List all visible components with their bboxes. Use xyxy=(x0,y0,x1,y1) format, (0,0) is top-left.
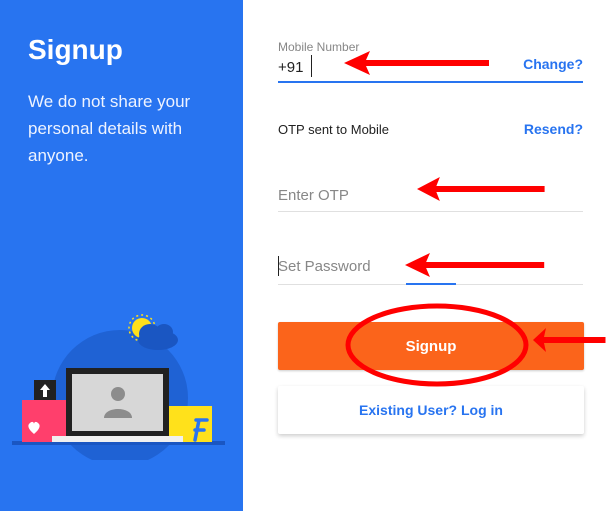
signup-form: Mobile Number Change? OTP sent to Mobile… xyxy=(243,0,607,511)
otp-field xyxy=(278,182,583,214)
existing-user-login-button[interactable]: Existing User? Log in xyxy=(278,386,584,434)
mobile-number-input[interactable] xyxy=(278,56,398,78)
otp-input[interactable] xyxy=(278,184,528,206)
text-cursor xyxy=(311,55,312,77)
text-cursor xyxy=(278,256,279,276)
cloud-icon xyxy=(138,324,178,350)
signup-illustration xyxy=(12,314,225,460)
password-field xyxy=(278,253,583,289)
left-info-panel: Signup We do not share your personal det… xyxy=(0,0,243,511)
mobile-number-label: Mobile Number xyxy=(278,40,360,54)
panel-description: We do not share your personal details wi… xyxy=(28,92,191,165)
upload-arrow-icon xyxy=(34,380,56,402)
otp-sent-text: OTP sent to Mobile xyxy=(278,122,390,137)
mobile-number-field: Mobile Number Change? xyxy=(278,38,583,84)
mobile-underline xyxy=(278,81,583,83)
laptop-icon xyxy=(52,368,183,442)
set-password-input[interactable] xyxy=(278,255,528,277)
otp-sent-row: OTP sent to Mobile Resend? xyxy=(278,120,583,144)
heart-icon xyxy=(22,400,68,442)
password-focus-indicator xyxy=(406,283,456,285)
signup-button[interactable]: Signup xyxy=(278,322,584,370)
panel-title: Signup xyxy=(28,34,123,65)
change-mobile-link[interactable]: Change? xyxy=(523,56,583,72)
otp-underline xyxy=(278,211,583,212)
resend-otp-link[interactable]: Resend? xyxy=(524,121,583,137)
